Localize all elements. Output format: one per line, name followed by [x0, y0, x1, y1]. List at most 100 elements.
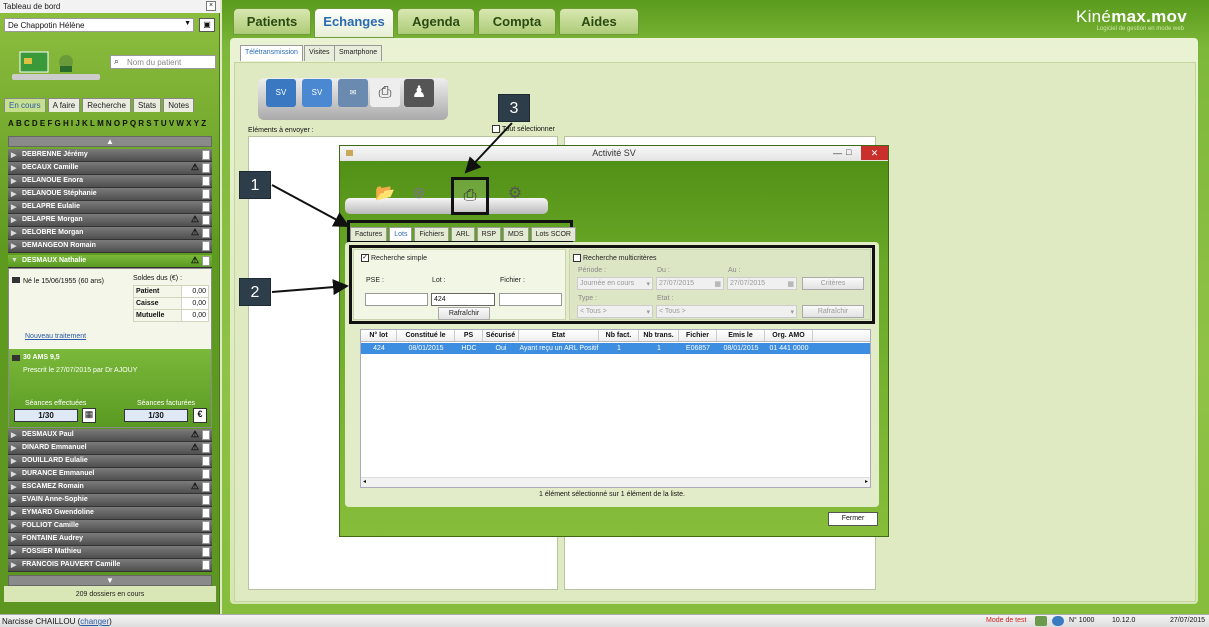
alphabet-index[interactable]: ABCDEFGHIJKLMNOPQRSTUVWXYZ — [8, 119, 208, 128]
patient-row[interactable]: ▶ DELAPRE Morgan ⚠ — [8, 214, 212, 227]
patient-row-selected[interactable]: ▼ DESMAUX Nathalie ⚠ — [8, 255, 212, 268]
tab-fichiers[interactable]: Fichiers — [414, 227, 449, 241]
patient-row[interactable]: ▶ DEBRENNE Jérémy — [8, 149, 212, 162]
tab-visites[interactable]: Visites — [304, 45, 335, 61]
open-folder-icon[interactable]: 📂 — [370, 179, 400, 209]
document-icon[interactable] — [202, 228, 210, 238]
column-header[interactable]: Emis le — [717, 330, 765, 341]
card-reader-button[interactable]: ▣ — [199, 18, 215, 32]
nouveau-traitement-link[interactable]: Nouveau traitement — [25, 333, 86, 340]
tab-compta[interactable]: Compta — [478, 8, 556, 35]
cancel-icon[interactable]: ⊗ — [404, 179, 434, 209]
patient-row[interactable]: ▶ EYMARD Gwendoline — [8, 507, 212, 520]
tab-teletransmission[interactable]: Télétransmission — [240, 45, 303, 61]
periode-select[interactable]: Journée en cours ▾ — [577, 277, 653, 290]
etat-select[interactable]: < Tous > ▾ — [656, 305, 797, 318]
horizontal-scrollbar[interactable]: ◂ ▸ — [361, 477, 870, 487]
treatment-block[interactable]: 30 AMS 9,5 Prescrit le 27/07/2015 par Dr… — [9, 349, 211, 427]
column-header[interactable]: Nb fact. — [599, 330, 639, 341]
document-icon[interactable] — [202, 495, 210, 505]
document-icon[interactable] — [202, 521, 210, 531]
document-icon[interactable] — [202, 508, 210, 518]
tab-echanges[interactable]: Echanges — [314, 8, 394, 38]
settings-gear-icon[interactable]: ⚙ — [500, 179, 530, 209]
euro-icon[interactable]: € — [193, 408, 207, 423]
list-scroll-up-button[interactable]: ▲ — [8, 136, 212, 147]
patient-row[interactable]: ▶ DELAPRE Eulalie — [8, 201, 212, 214]
tab-agenda[interactable]: Agenda — [397, 8, 475, 35]
column-header[interactable]: Nb trans. — [639, 330, 679, 341]
patient-row[interactable]: ▶ FONTAINE Audrey — [8, 533, 212, 546]
patient-row[interactable]: ▶ EVAIN Anne-Sophie — [8, 494, 212, 507]
tab-en-cours[interactable]: En cours — [4, 98, 46, 112]
patient-row[interactable]: ▶ DELANOUE Enora — [8, 175, 212, 188]
tab-lots-scor[interactable]: Lots SCOR — [530, 227, 576, 241]
maximize-icon[interactable]: □ — [846, 147, 851, 157]
patient-select[interactable]: De Chappotin Hélène ▼ — [4, 18, 194, 32]
criteres-button[interactable]: Critères — [802, 277, 864, 290]
column-header[interactable]: PS — [455, 330, 483, 341]
au-date-input[interactable]: 27/07/2015 ▦ — [727, 277, 797, 290]
close-icon[interactable]: ✕ — [861, 146, 888, 160]
document-icon[interactable] — [202, 241, 210, 251]
document-icon[interactable] — [202, 163, 210, 173]
sesam-vitale-card-icon[interactable]: SV — [302, 79, 332, 107]
column-header[interactable]: Sécurisé — [483, 330, 519, 341]
patient-row[interactable]: ▶ DOUILLARD Eulalie — [8, 455, 212, 468]
tab-arl[interactable]: ARL — [450, 227, 475, 241]
patient-search-input[interactable]: ⌕ Nom du patient — [110, 55, 216, 69]
column-header[interactable]: Org. AMO — [765, 330, 813, 341]
document-icon[interactable] — [202, 456, 210, 466]
lot-input[interactable]: 424 — [431, 293, 495, 306]
patient-row[interactable]: ▶ DESMAUX Paul ⚠ — [8, 429, 212, 442]
tab-mds[interactable]: MDS — [503, 227, 529, 241]
document-icon[interactable] — [202, 430, 210, 440]
document-icon[interactable] — [202, 547, 210, 557]
document-icon[interactable] — [202, 202, 210, 212]
rafraichir-button[interactable]: Rafraîchir — [438, 307, 490, 320]
rafraichir-multi-button[interactable]: Rafraîchir — [802, 305, 864, 318]
document-icon[interactable] — [202, 534, 210, 544]
print-icon[interactable]: ⎙ — [370, 79, 400, 107]
simple-search-checkbox[interactable]: ✓ Recherche simple — [361, 253, 427, 262]
dashboard-close-icon[interactable]: × — [206, 1, 216, 11]
fichier-input[interactable] — [499, 293, 562, 306]
column-header[interactable]: Fichier — [679, 330, 717, 341]
document-icon[interactable] — [202, 443, 210, 453]
document-icon[interactable] — [202, 560, 210, 570]
tab-patients[interactable]: Patients — [233, 8, 311, 35]
sesam-vitale-send-icon[interactable]: SV — [266, 79, 296, 107]
du-date-input[interactable]: 27/07/2015 ▦ — [656, 277, 724, 290]
patient-row[interactable]: ▶ ESCAMEZ Romain ⚠ — [8, 481, 212, 494]
tab-a-faire[interactable]: A faire — [47, 98, 81, 112]
print-icon[interactable]: ⎙ — [451, 177, 489, 215]
scan-icon[interactable]: ✉ — [338, 79, 368, 107]
document-icon[interactable] — [202, 150, 210, 160]
select-all-checkbox[interactable]: Tout sélectionner — [492, 125, 555, 133]
scroll-left-icon[interactable]: ◂ — [363, 478, 366, 485]
vitale-card-icon[interactable] — [10, 48, 102, 82]
patient-row[interactable]: ▶ DELOBRE Morgan ⚠ — [8, 227, 212, 240]
document-icon[interactable] — [202, 189, 210, 199]
calculator-icon[interactable]: ▦ — [82, 408, 96, 423]
document-icon[interactable] — [202, 215, 210, 225]
column-header[interactable]: Constitué le — [397, 330, 455, 341]
document-icon[interactable] — [202, 482, 210, 492]
changer-link[interactable]: changer — [80, 617, 109, 626]
patient-row[interactable]: ▶ DECAUX Camille ⚠ — [8, 162, 212, 175]
patient-row[interactable]: ▶ FOSSIER Mathieu — [8, 546, 212, 559]
type-select[interactable]: < Tous > ▾ — [577, 305, 653, 318]
patient-row[interactable]: ▶ DURANCE Emmanuel — [8, 468, 212, 481]
tab-rsp[interactable]: RSP — [476, 227, 502, 241]
tab-lots[interactable]: Lots — [389, 227, 413, 241]
tab-aides[interactable]: Aides — [559, 8, 639, 35]
tab-smartphone[interactable]: Smartphone — [334, 45, 383, 61]
column-header[interactable]: Etat — [519, 330, 599, 341]
document-icon[interactable] — [202, 256, 210, 266]
document-icon[interactable] — [202, 469, 210, 479]
patient-row[interactable]: ▶ DEMANGEON Romain — [8, 240, 212, 253]
document-icon[interactable] — [202, 176, 210, 186]
patient-row[interactable]: ▶ DELANOUE Stéphanie — [8, 188, 212, 201]
minimize-icon[interactable]: — — [833, 148, 842, 158]
patient-row[interactable]: ▶ FRANCOIS PAUVERT Camille — [8, 559, 212, 572]
